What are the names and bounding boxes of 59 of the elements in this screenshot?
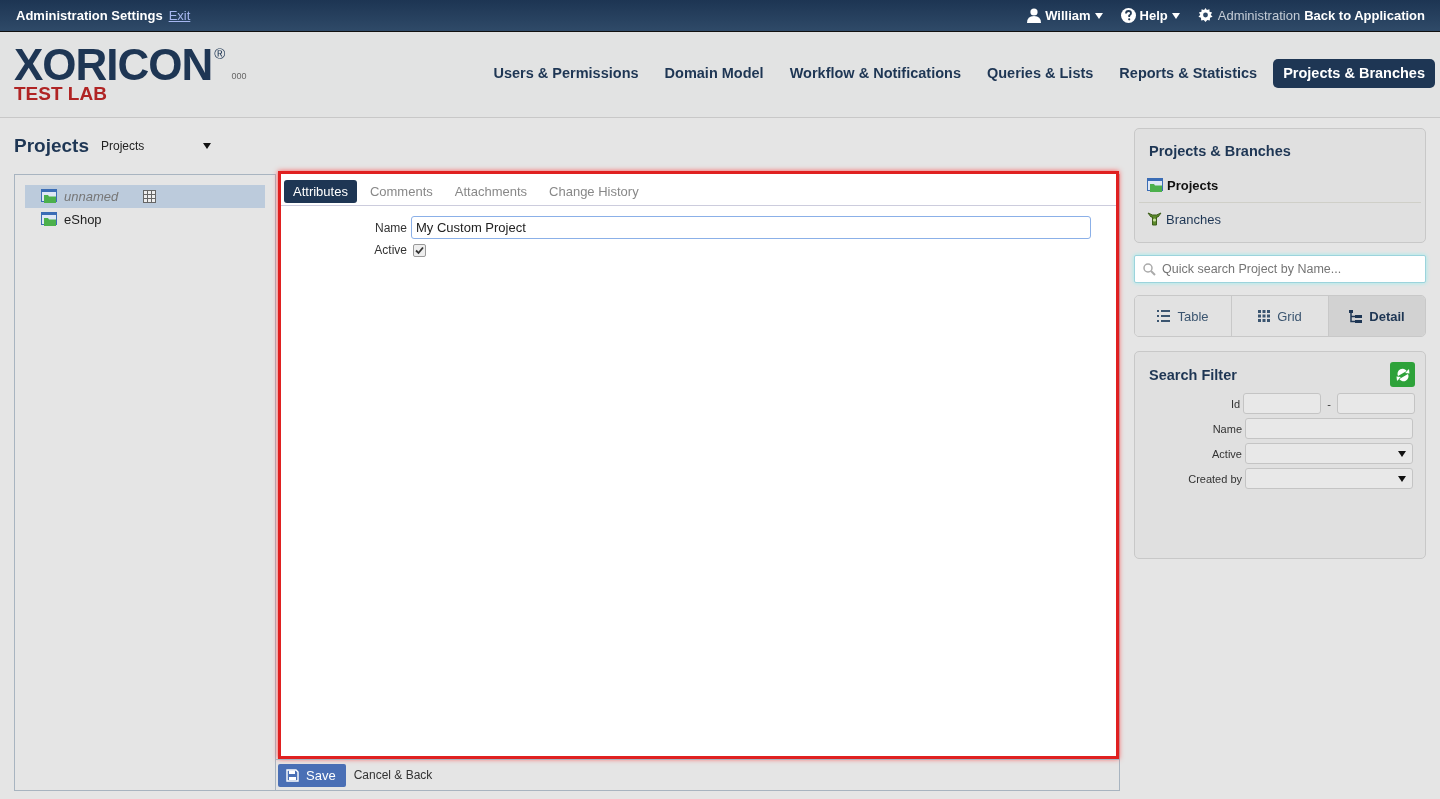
folder-icon [41, 189, 57, 204]
sidebar-item[interactable]: Branches [1139, 202, 1421, 236]
card-title: Search Filter [1148, 366, 1237, 383]
name-field[interactable]: My Custom Project [411, 216, 1091, 239]
version-text: 000 [231, 70, 247, 81]
tab[interactable]: Attributes [284, 179, 357, 203]
filter-label: Active [1211, 447, 1242, 460]
refresh-icon [1394, 366, 1411, 383]
search-icon [1143, 263, 1156, 276]
help-menu[interactable]: Help [1120, 8, 1180, 23]
branch-icon [1147, 212, 1162, 227]
folder-icon [41, 212, 57, 227]
logo-subtitle: TEST LAB [14, 84, 108, 103]
user-icon [1027, 8, 1042, 23]
exit-link[interactable]: Exit [168, 8, 191, 23]
grid-icon [1258, 310, 1271, 322]
user-menu[interactable]: William [1027, 8, 1103, 23]
tree-item[interactable]: eShop [25, 208, 265, 231]
project-type-select[interactable]: Projects [101, 139, 211, 153]
help-icon [1120, 8, 1136, 23]
save-button[interactable]: Save [278, 763, 346, 787]
folder-icon [1147, 178, 1163, 193]
tab[interactable]: Attachments [445, 179, 537, 203]
tree-icon [1349, 309, 1363, 323]
administration-link[interactable]: Administration [1197, 8, 1301, 23]
nav-tab[interactable]: Reports & Statistics [1109, 59, 1268, 88]
nav-tab[interactable]: Projects & Branches [1273, 59, 1435, 88]
active-checkbox[interactable] [413, 243, 426, 257]
tab[interactable]: Comments [360, 179, 442, 203]
tab[interactable]: Change History [540, 179, 648, 203]
refresh-button[interactable] [1390, 362, 1415, 387]
page-title: Projects [14, 135, 89, 157]
id-from-field[interactable] [1243, 393, 1322, 414]
cancel-link[interactable]: Cancel & Back [353, 768, 433, 782]
search-field[interactable]: Quick search Project by Name... [1134, 255, 1426, 283]
id-to-field[interactable] [1337, 393, 1415, 414]
field-label: Name [374, 220, 407, 235]
view-toggle[interactable]: Detail [1328, 296, 1425, 336]
back-to-application-link[interactable]: Back to Application [1304, 8, 1425, 23]
card-title: Projects & Branches [1148, 143, 1292, 159]
filter-field[interactable] [1245, 418, 1413, 439]
range-separator: - [1326, 397, 1332, 410]
logo-wordmark: XORICON [14, 44, 213, 85]
app-title: Administration Settings [16, 8, 163, 23]
list-icon [1157, 310, 1171, 322]
nav-tab[interactable]: Queries & Lists [977, 59, 1104, 88]
sidebar-item[interactable]: Projects [1139, 169, 1421, 202]
filter-select[interactable] [1245, 443, 1413, 464]
field-label: Active [373, 243, 407, 257]
nav-tab[interactable]: Users & Permissions [483, 59, 649, 88]
gear-icon [1197, 8, 1213, 23]
grid-icon [143, 190, 157, 203]
nav-tab[interactable]: Domain Model [654, 59, 774, 88]
filter-label: Name [1211, 422, 1242, 435]
filter-select[interactable] [1245, 468, 1413, 489]
filter-label: Created by [1187, 472, 1242, 485]
nav-tab[interactable]: Workflow & Notifications [779, 59, 971, 88]
registered-mark: ® [214, 44, 226, 62]
filter-label: Id [1229, 397, 1241, 410]
